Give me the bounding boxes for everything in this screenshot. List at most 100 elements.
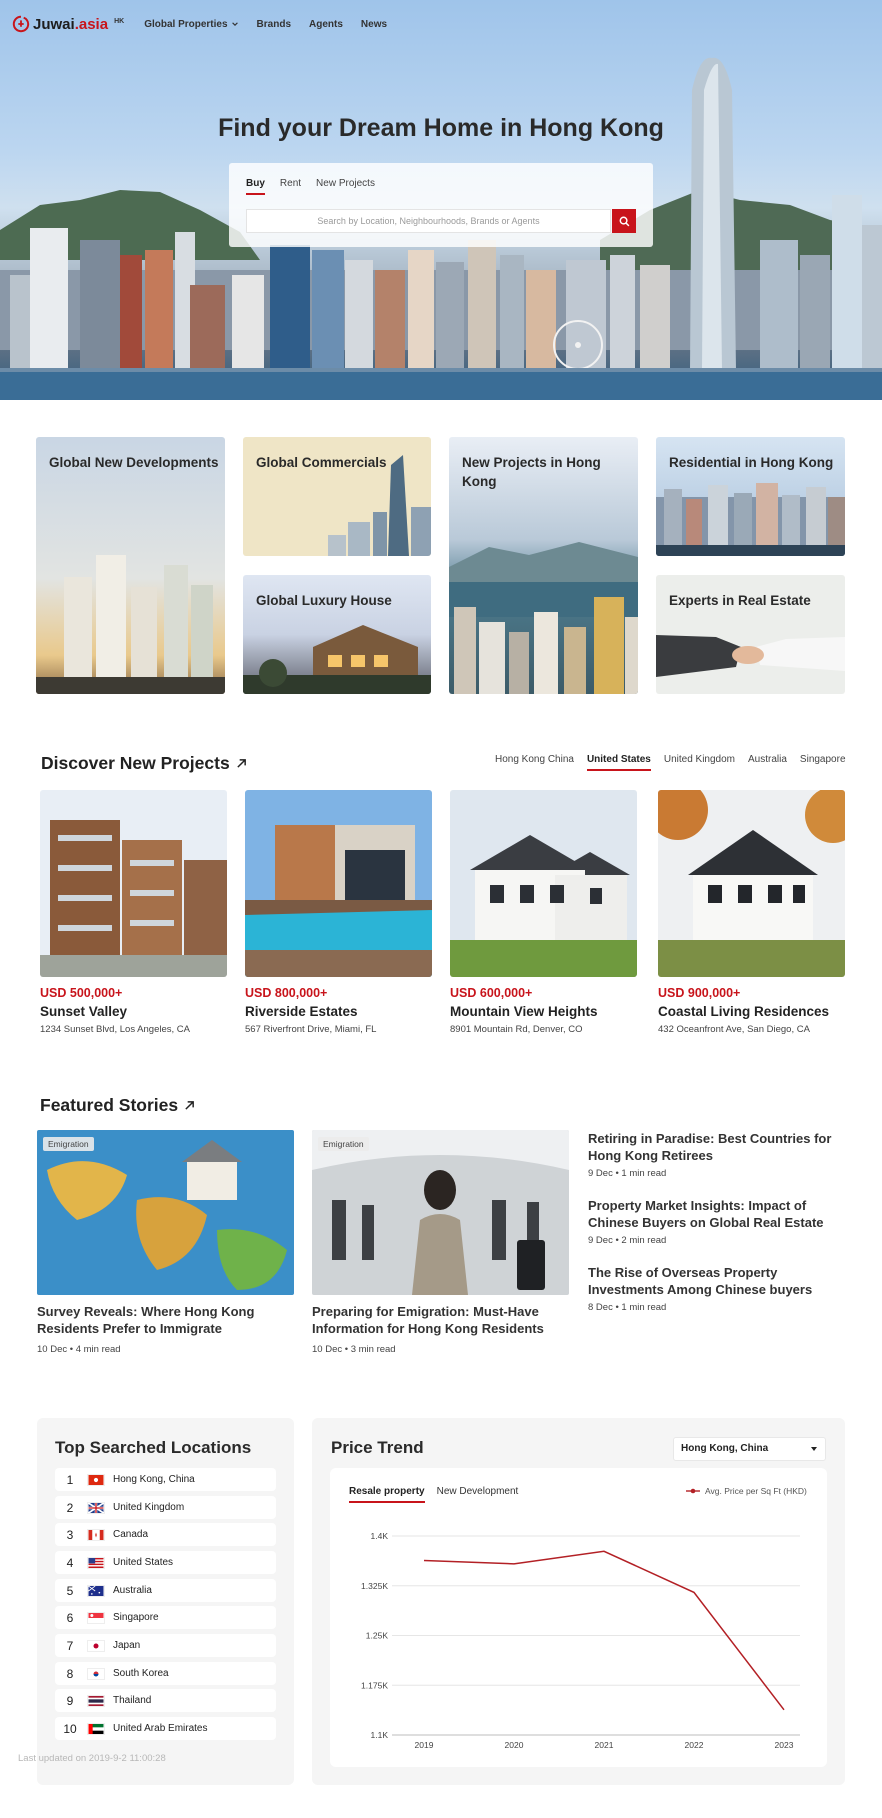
story-meta: 9 Dec • 2 min read — [588, 1235, 667, 1246]
juwai-logo-icon — [12, 15, 30, 33]
location-row[interactable]: 9 Thailand — [55, 1689, 276, 1712]
side-story[interactable]: Property Market Insights: Impact of Chine… — [588, 1197, 858, 1246]
project-address: 1234 Sunset Blvd, Los Angeles, CA — [40, 1024, 190, 1035]
location-select[interactable]: Hong Kong, China — [673, 1437, 826, 1461]
side-story[interactable]: Retiring in Paradise: Best Countries for… — [588, 1130, 858, 1179]
location-rank: 9 — [66, 1693, 74, 1708]
australia-flag-icon — [87, 1584, 105, 1597]
location-row[interactable]: 6 Singapore — [55, 1606, 276, 1629]
project-card[interactable]: USD 800,000+ Riverside Estates 567 River… — [245, 790, 432, 1035]
tile-label: Global New Developments — [49, 455, 219, 470]
category-global-commercials[interactable]: Global Commercials — [243, 437, 431, 556]
nav-brands[interactable]: Brands — [257, 19, 291, 30]
location-name: Hong Kong, China — [113, 1474, 195, 1485]
story-meta: 8 Dec • 1 min read — [588, 1302, 667, 1313]
select-value: Hong Kong, China — [681, 1443, 769, 1454]
project-name: Sunset Valley — [40, 1004, 128, 1019]
story-meta: 10 Dec • 4 min read — [37, 1344, 121, 1355]
location-name: Thailand — [113, 1695, 152, 1706]
location-row[interactable]: 3 Canada — [55, 1523, 276, 1546]
nav-news[interactable]: News — [361, 19, 387, 30]
location-name: South Korea — [113, 1668, 169, 1679]
y-tick-label: 1.25K — [366, 1631, 389, 1641]
arrow-up-right-icon — [185, 1101, 195, 1110]
story-image: Emigration — [312, 1130, 569, 1295]
story-title: Property Market Insights: Impact of Chine… — [588, 1198, 824, 1230]
search-icon — [619, 216, 629, 226]
project-price: USD 900,000+ — [658, 986, 741, 1000]
tile-label: Global Commercials — [256, 455, 387, 470]
y-tick-label: 1.175K — [361, 1680, 388, 1690]
arrow-up-right-icon — [237, 759, 246, 768]
tab-new-projects[interactable]: New Projects — [316, 178, 375, 195]
section-title-text: Discover New Projects — [41, 753, 230, 773]
y-tick-label: 1.1K — [371, 1730, 389, 1740]
location-name: Australia — [113, 1585, 152, 1596]
tab-united-kingdom[interactable]: United Kingdom — [664, 754, 735, 771]
category-experts-real-estate[interactable]: Experts in Real Estate — [656, 575, 845, 694]
project-address: 567 Riverfront Drive, Miami, FL — [245, 1024, 377, 1035]
tower-image — [36, 555, 225, 694]
x-tick-label: 2022 — [685, 1740, 704, 1750]
location-name: Canada — [113, 1529, 149, 1540]
location-row[interactable]: 10 United Arab Emirates — [55, 1717, 276, 1740]
last-updated-text: Last updated on 2019-9-2 11:00:28 — [18, 1753, 166, 1764]
top-navigation: Juwai.asia HK Global Properties Brands A… — [12, 12, 387, 36]
tab-hong-kong-china[interactable]: Hong Kong China — [495, 754, 574, 771]
x-tick-label: 2019 — [415, 1740, 434, 1750]
tab-australia[interactable]: Australia — [748, 754, 787, 771]
story-card[interactable]: Emigration Survey Reveals: Where Hong Ko… — [37, 1130, 294, 1355]
project-image — [658, 790, 845, 977]
project-price: USD 600,000+ — [450, 986, 533, 1000]
canada-flag-icon — [87, 1528, 105, 1541]
location-name: United Arab Emirates — [113, 1723, 208, 1734]
project-price: USD 500,000+ — [40, 986, 123, 1000]
tab-rent[interactable]: Rent — [280, 178, 301, 195]
tab-buy[interactable]: Buy — [246, 178, 265, 195]
location-row[interactable]: 7 Japan — [55, 1634, 276, 1657]
location-rank: 3 — [66, 1527, 74, 1542]
tab-singapore[interactable]: Singapore — [800, 754, 846, 771]
discover-title[interactable]: Discover New Projects — [41, 753, 247, 774]
tab-united-states[interactable]: United States — [586, 754, 651, 771]
location-row[interactable]: 4 United States — [55, 1551, 276, 1574]
top-searched-title: Top Searched Locations — [55, 1438, 252, 1457]
project-image — [245, 790, 432, 977]
project-card[interactable]: USD 500,000+ Sunset Valley 1234 Sunset B… — [40, 790, 227, 1035]
location-row[interactable]: 2 United Kingdom — [55, 1496, 276, 1519]
project-name: Riverside Estates — [245, 1004, 358, 1019]
search-button[interactable] — [612, 209, 636, 233]
location-row[interactable]: 5 Australia — [55, 1579, 276, 1602]
side-story[interactable]: The Rise of Overseas Property Investments… — [588, 1264, 858, 1313]
juwai-logo[interactable]: Juwai.asia HK — [12, 15, 124, 33]
project-card[interactable]: USD 600,000+ Mountain View Heights 8901 … — [450, 790, 637, 1035]
tile-label: New Projects in Hong Kong — [462, 455, 601, 489]
location-rank: 6 — [66, 1610, 74, 1625]
project-address: 432 Oceanfront Ave, San Diego, CA — [658, 1024, 810, 1035]
uk-flag-icon — [87, 1501, 105, 1514]
category-global-luxury-house[interactable]: Global Luxury House — [243, 575, 431, 694]
project-price: USD 800,000+ — [245, 986, 328, 1000]
search-input[interactable] — [246, 209, 611, 233]
story-meta: 10 Dec • 3 min read — [312, 1344, 396, 1355]
category-global-new-developments[interactable]: Global New Developments — [36, 437, 225, 694]
series-line — [423, 1550, 785, 1711]
us-flag-icon — [87, 1556, 105, 1569]
project-card[interactable]: USD 900,000+ Coastal Living Residences 4… — [658, 790, 845, 1035]
nav-agents[interactable]: Agents — [309, 19, 343, 30]
price-trend-title: Price Trend — [331, 1438, 424, 1457]
story-card[interactable]: Emigration Preparing for Emigration: Mus… — [312, 1130, 569, 1355]
category-new-projects-hong-kong[interactable]: New Projects in Hong Kong — [449, 437, 638, 694]
category-residential-hong-kong[interactable]: Residential in Hong Kong — [656, 437, 845, 556]
project-name: Mountain View Heights — [450, 1004, 598, 1019]
featured-stories-title[interactable]: Featured Stories — [40, 1095, 195, 1116]
x-tick-label: 2020 — [505, 1740, 524, 1750]
nav-global-properties[interactable]: Global Properties — [144, 19, 238, 30]
tile-label: Experts in Real Estate — [669, 593, 811, 608]
logo-wordmark-accent: .asia — [74, 15, 109, 33]
tile-label: Global Luxury House — [256, 593, 392, 608]
location-row[interactable]: 8 South Korea — [55, 1662, 276, 1685]
location-name: Japan — [113, 1640, 141, 1651]
location-row[interactable]: 1 Hong Kong, China — [55, 1468, 276, 1491]
nav-label: News — [360, 18, 388, 30]
